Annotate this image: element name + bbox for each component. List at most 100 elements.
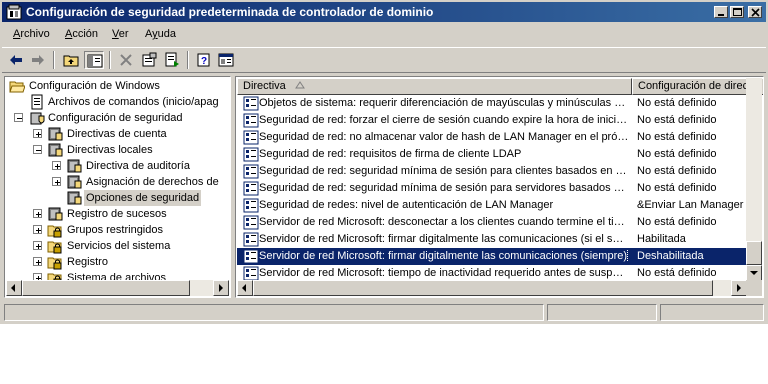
list-header: Directiva Configuración de directi bbox=[237, 78, 763, 95]
policy-list[interactable]: Directiva Configuración de directi Objet… bbox=[235, 76, 764, 298]
policy-name: Servidor de red Microsoft: tiempo de ina… bbox=[259, 267, 629, 279]
collapse-toggle[interactable] bbox=[33, 145, 42, 154]
toolbar-separator bbox=[187, 51, 189, 69]
expand-toggle[interactable] bbox=[33, 209, 42, 218]
table-row[interactable]: Seguridad de red: seguridad mínima de se… bbox=[237, 180, 749, 197]
policy-setting-icon bbox=[243, 164, 259, 179]
expand-toggle[interactable] bbox=[33, 225, 42, 234]
table-row[interactable]: Seguridad de red: seguridad mínima de se… bbox=[237, 163, 749, 180]
policy-folder-icon bbox=[48, 207, 63, 221]
table-row[interactable]: Seguridad de red: no almacenar valor de … bbox=[237, 129, 749, 146]
collapse-toggle[interactable] bbox=[14, 113, 23, 122]
menu-accion[interactable]: Acción bbox=[65, 28, 98, 40]
up-folder-icon bbox=[63, 55, 79, 67]
status-bar bbox=[2, 302, 766, 322]
scroll-thumb[interactable] bbox=[253, 280, 713, 296]
arrow-right-icon bbox=[219, 284, 223, 292]
plus-icon bbox=[55, 180, 60, 185]
list-vertical-scrollbar[interactable] bbox=[746, 78, 762, 281]
table-row[interactable]: Objetos de sistema: requerir diferenciac… bbox=[237, 95, 749, 112]
script-document-icon bbox=[31, 94, 43, 110]
vertical-scroll-thumb[interactable] bbox=[746, 241, 762, 265]
menu-archivo[interactable]: Archivo bbox=[13, 28, 50, 40]
list-horizontal-scrollbar[interactable] bbox=[237, 280, 747, 296]
expand-toggle[interactable] bbox=[52, 161, 61, 170]
status-pane-3 bbox=[660, 304, 764, 321]
folder-open-icon bbox=[9, 81, 25, 93]
table-row[interactable]: Servidor de red Microsoft: desconectar a… bbox=[237, 214, 749, 231]
table-row[interactable]: Servidor de red Microsoft: firmar digita… bbox=[237, 248, 749, 265]
menu-ayuda[interactable]: Ayuda bbox=[145, 28, 176, 40]
policy-name: Servidor de red Microsoft: desconectar a… bbox=[259, 216, 629, 228]
expand-toggle[interactable] bbox=[33, 129, 42, 138]
delete-icon bbox=[120, 54, 132, 66]
forward-button[interactable] bbox=[28, 51, 48, 69]
toolbar: ? bbox=[2, 47, 766, 73]
show-description-icon bbox=[218, 53, 234, 67]
expand-toggle[interactable] bbox=[52, 177, 61, 186]
table-row[interactable]: Seguridad de red: requisitos de firma de… bbox=[237, 146, 749, 163]
menu-ver[interactable]: Ver bbox=[112, 28, 129, 40]
up-one-level-button[interactable] bbox=[61, 51, 81, 69]
policy-setting: No está definido bbox=[637, 182, 717, 194]
locked-folder-icon bbox=[47, 257, 62, 270]
mmc-app-icon bbox=[6, 4, 22, 20]
policy-name: Seguridad de red: no almacenar valor de … bbox=[259, 131, 629, 143]
scroll-right-button[interactable] bbox=[213, 280, 229, 296]
policy-setting: No está definido bbox=[637, 165, 717, 177]
delete-button[interactable] bbox=[116, 51, 136, 69]
column-header-configuracion[interactable]: Configuración de directi bbox=[632, 78, 763, 95]
minimize-button[interactable] bbox=[714, 6, 728, 18]
policy-setting-icon bbox=[243, 96, 259, 111]
scroll-left-button[interactable] bbox=[6, 280, 22, 296]
menu-bar: Archivo Acción Ver Ayuda bbox=[2, 25, 766, 45]
policy-setting-icon bbox=[243, 266, 259, 281]
back-button[interactable] bbox=[6, 51, 26, 69]
maximize-button[interactable] bbox=[730, 6, 744, 18]
table-row[interactable]: Seguridad de red: forzar el cierre de se… bbox=[237, 112, 749, 129]
policy-setting-icon bbox=[243, 215, 259, 230]
scroll-down-button[interactable] bbox=[746, 265, 762, 281]
toolbar-separator bbox=[109, 51, 111, 69]
close-button[interactable] bbox=[748, 6, 762, 18]
policy-setting: &Enviar Lan Manager y NTLM bbox=[637, 199, 749, 211]
tree-horizontal-scrollbar[interactable] bbox=[6, 280, 229, 296]
policy-setting: No está definido bbox=[637, 97, 717, 109]
policy-name: Seguridad de red: forzar el cierre de se… bbox=[259, 114, 629, 126]
svg-text:?: ? bbox=[201, 56, 207, 67]
export-list-icon bbox=[165, 52, 179, 67]
properties-button[interactable] bbox=[139, 51, 159, 69]
policy-setting-icon bbox=[243, 181, 259, 196]
show-hide-tree-button[interactable] bbox=[84, 51, 104, 69]
title-bar[interactable]: Configuración de seguridad predeterminad… bbox=[2, 2, 766, 22]
policy-name: Seguridad de red: seguridad mínima de se… bbox=[259, 182, 629, 194]
security-settings-icon bbox=[30, 112, 45, 125]
minus-icon bbox=[17, 118, 22, 119]
back-icon bbox=[10, 55, 22, 65]
expand-toggle[interactable] bbox=[33, 241, 42, 250]
main-window: Configuración de seguridad predeterminad… bbox=[0, 0, 768, 324]
scroll-thumb[interactable] bbox=[22, 280, 190, 296]
console-tree[interactable]: Configuración de Windows Archivos de com… bbox=[4, 76, 231, 298]
plus-icon bbox=[36, 212, 41, 217]
policy-setting-icon bbox=[243, 113, 259, 128]
policy-name: Servidor de red Microsoft: firmar digita… bbox=[259, 233, 629, 245]
locked-folder-icon bbox=[47, 225, 62, 238]
column-header-directiva[interactable]: Directiva bbox=[237, 78, 632, 95]
policy-folder-icon bbox=[48, 127, 63, 141]
minus-icon bbox=[36, 150, 41, 151]
table-row[interactable]: Servidor de red Microsoft: firmar digita… bbox=[237, 231, 749, 248]
policy-name: Objetos de sistema: requerir diferenciac… bbox=[259, 97, 629, 109]
policy-name: Seguridad de red: requisitos de firma de… bbox=[259, 148, 522, 160]
export-list-button[interactable] bbox=[162, 51, 182, 69]
expand-toggle[interactable] bbox=[33, 257, 42, 266]
scroll-left-button[interactable] bbox=[237, 280, 253, 296]
help-button[interactable]: ? bbox=[194, 51, 214, 69]
table-row[interactable]: Seguridad de redes: nivel de autenticaci… bbox=[237, 197, 749, 214]
policy-folder-icon bbox=[67, 191, 82, 205]
plus-icon bbox=[36, 132, 41, 137]
arrow-down-icon bbox=[750, 271, 758, 275]
maximize-icon bbox=[733, 8, 742, 16]
scroll-right-button[interactable] bbox=[731, 280, 747, 296]
show-description-button[interactable] bbox=[216, 51, 236, 69]
